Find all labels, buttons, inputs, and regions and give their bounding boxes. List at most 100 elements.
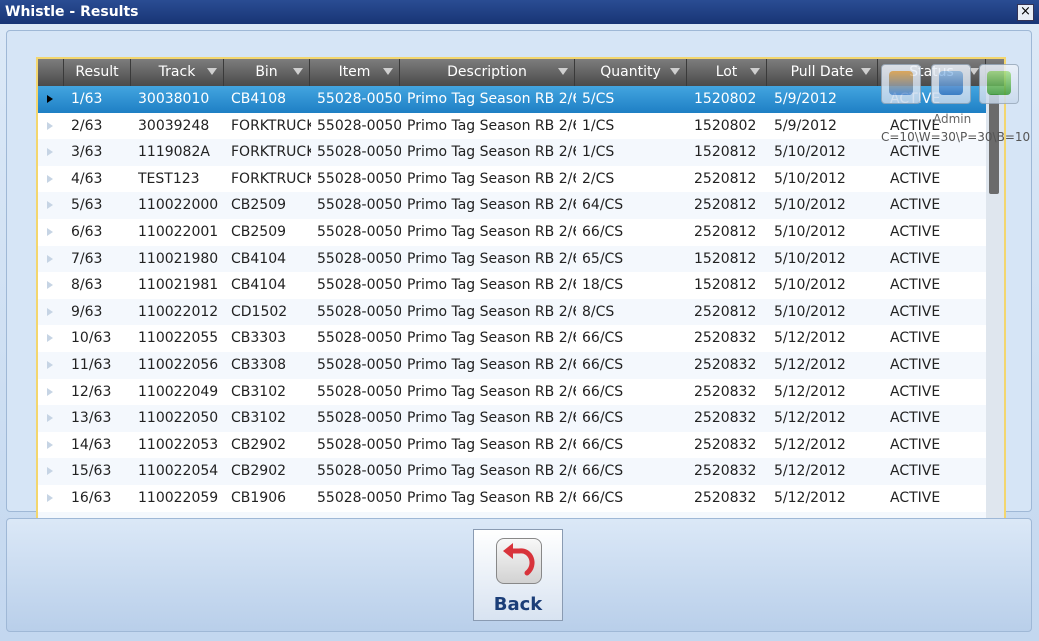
monitor-button[interactable] — [931, 64, 971, 104]
row-header[interactable] — [38, 192, 64, 219]
cell-status: ACTIVE — [890, 277, 941, 294]
row-header[interactable] — [38, 113, 64, 140]
column-header-bin[interactable]: Bin — [224, 59, 310, 86]
row-header[interactable] — [38, 432, 64, 459]
row-header[interactable] — [38, 166, 64, 193]
column-header-quantity[interactable]: Quantity — [575, 59, 687, 86]
column-header-label: Quantity — [600, 64, 661, 80]
server-button[interactable] — [881, 64, 921, 104]
row-header[interactable] — [38, 405, 64, 432]
table-row[interactable]: 16/63 110022059 CB1906 55028-0050 Primo Tag … — [38, 484, 986, 512]
table-row[interactable]: 5/63 110022000 CB2509 55028-0050 Primo Tag S… — [38, 192, 986, 219]
table-row[interactable]: 15/63 110022054 CB2902 55028-0050 Primo Tag … — [38, 458, 986, 485]
row-header[interactable] — [38, 219, 64, 246]
table-row[interactable]: 10/63 110022055 CB3303 55028-0050 Primo Tag … — [38, 325, 986, 352]
cell-quantity: 66/CS — [582, 383, 624, 400]
table-row[interactable]: 6/63 110022001 CB2509 55028-0050 Primo Tag S… — [38, 218, 986, 246]
row-indicator-icon — [47, 254, 53, 263]
table-row[interactable]: 9/63 110022012 CD1502 55028-0050 Primo Tag S… — [38, 298, 986, 326]
column-header-label: Bin — [255, 64, 278, 80]
table-row[interactable]: 2/63 30039248 FORKTRUCK 55028-0050 Primo Tag… — [38, 112, 986, 140]
table-row[interactable]: 1/63 30038010 CB4108 55028-0050 Primo Tag Se… — [38, 86, 986, 113]
cell-pull-date: 5/12/2012 — [774, 383, 846, 400]
cell-pull-date: 5/10/2012 — [774, 303, 846, 320]
cell-status: ACTIVE — [890, 303, 941, 320]
filter-icon[interactable] — [293, 68, 303, 75]
back-button[interactable]: Back — [473, 529, 563, 621]
cell-result: 8/63 — [71, 277, 103, 294]
cell-quantity: 66/CS — [582, 330, 624, 347]
row-header[interactable] — [38, 299, 64, 326]
cell-status: ACTIVE — [890, 436, 941, 453]
cell-quantity: 18/CS — [582, 277, 624, 294]
filter-icon[interactable] — [750, 68, 760, 75]
row-header[interactable] — [38, 139, 64, 166]
column-header-item[interactable]: Item — [310, 59, 400, 86]
column-header-pull-date[interactable]: Pull Date — [767, 59, 878, 86]
vertical-scrollbar[interactable] — [986, 86, 1004, 531]
cell-pull-date: 5/12/2012 — [774, 330, 846, 347]
filter-icon[interactable] — [383, 68, 393, 75]
row-header[interactable] — [38, 325, 64, 352]
cell-track: 110022053 — [138, 436, 219, 453]
cell-item: 55028-0050 — [317, 144, 401, 161]
cell-status: ACTIVE — [890, 197, 941, 214]
cell-result: 11/63 — [71, 356, 112, 373]
table-row[interactable]: 12/63 110022049 CB3102 55028-0050 Primo Tag … — [38, 378, 986, 406]
row-header[interactable] — [38, 352, 64, 379]
cell-lot: 2520832 — [694, 330, 757, 347]
cell-status: ACTIVE — [890, 250, 941, 267]
row-header[interactable] — [38, 458, 64, 485]
back-button-label: Back — [493, 594, 543, 615]
filter-icon[interactable] — [670, 68, 680, 75]
row-header[interactable] — [38, 86, 64, 113]
cell-item: 55028-0050 — [317, 330, 401, 347]
close-button[interactable]: × — [1017, 4, 1034, 21]
cell-result: 4/63 — [71, 170, 103, 187]
cell-status: ACTIVE — [890, 223, 941, 240]
cell-result: 5/63 — [71, 197, 103, 214]
filter-icon[interactable] — [558, 68, 568, 75]
table-row[interactable]: 13/63 110022050 CB3102 55028-0050 Primo Tag … — [38, 405, 986, 432]
column-header-result[interactable]: Result — [64, 59, 131, 86]
row-indicator-icon — [47, 227, 53, 236]
cell-description: Primo Tag Season RB 2/6# — [407, 250, 576, 267]
row-indicator-icon — [47, 360, 53, 369]
row-header[interactable] — [38, 485, 64, 512]
column-header-lot[interactable]: Lot — [687, 59, 767, 86]
table-row[interactable]: 14/63 110022053 CB2902 55028-0050 Primo Tag … — [38, 431, 986, 459]
cell-status: ACTIVE — [890, 410, 941, 427]
column-header-label: Description — [447, 64, 527, 80]
action-panel: Back — [6, 518, 1032, 632]
filter-icon[interactable] — [207, 68, 217, 75]
cell-description: Primo Tag Season RB 2/6# — [407, 170, 576, 187]
cell-lot: 2520832 — [694, 489, 757, 506]
row-header[interactable] — [38, 246, 64, 273]
table-row[interactable]: 11/63 110022056 CB3308 55028-0050 Primo Tag … — [38, 351, 986, 379]
table-row[interactable]: 3/63 1119082A FORKTRUCK 55028-0050 Primo Tag… — [38, 139, 986, 166]
cell-pull-date: 5/10/2012 — [774, 223, 846, 240]
row-indicator-icon — [47, 334, 53, 343]
cell-quantity: 65/CS — [582, 250, 624, 267]
cell-quantity: 66/CS — [582, 356, 624, 373]
cell-track: 30038010 — [138, 91, 210, 107]
cell-pull-date: 5/12/2012 — [774, 436, 846, 453]
cell-description: Primo Tag Season RB 2/6# — [407, 383, 576, 400]
filter-icon[interactable] — [861, 68, 871, 75]
cell-item: 55028-0050 — [317, 170, 401, 187]
column-header-track[interactable]: Track — [131, 59, 224, 86]
column-header-label: Track — [158, 64, 196, 80]
column-header-description[interactable]: Description — [400, 59, 575, 86]
row-header[interactable] — [38, 379, 64, 406]
row-indicator-icon — [47, 414, 53, 423]
table-row[interactable]: 8/63 110021981 CB4104 55028-0050 Primo Tag S… — [38, 272, 986, 299]
row-header[interactable] — [38, 272, 64, 299]
cell-status: ACTIVE — [890, 330, 941, 347]
cell-bin: CB2902 — [231, 463, 287, 480]
table-row[interactable]: 7/63 110021980 CB4104 55028-0050 Primo Tag S… — [38, 245, 986, 273]
window-title: Whistle - Results — [5, 4, 139, 20]
table-row[interactable]: 4/63 TEST123 FORKTRUCK 55028-0050 Primo Tag … — [38, 165, 986, 193]
lock-button[interactable] — [979, 64, 1019, 104]
cell-track: 110022055 — [138, 330, 219, 347]
row-indicator-icon — [47, 121, 53, 130]
